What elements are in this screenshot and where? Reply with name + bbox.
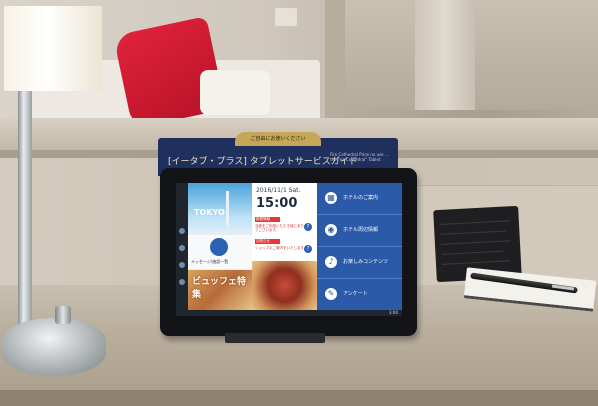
menu-item-label: アンケート	[343, 291, 368, 297]
buffet-tile[interactable]: ビュッフェ特集	[188, 270, 252, 310]
tablet-side-navbar	[176, 183, 188, 316]
back-icon[interactable]	[179, 228, 185, 234]
wall-switch	[275, 8, 297, 26]
map-pin-icon: ◉	[325, 224, 337, 236]
tower-icon	[226, 191, 229, 227]
menu-item-label: ホテル周辺情報	[343, 227, 379, 233]
memo-line	[441, 260, 510, 265]
chat-bubble-icon[interactable]: ?	[304, 223, 312, 231]
status-bar-time: 3:00	[389, 310, 398, 315]
notice-badge: 新着情報	[255, 217, 280, 222]
hotel-desk-scene: ご自由にお使いください [イータブ・プラス] タブレットサービスガイド Fire…	[0, 0, 598, 406]
buffet-label: ビュッフェ特集	[192, 277, 247, 300]
message-tile[interactable]: メッセージ/施設一覧	[188, 235, 252, 269]
home-icon[interactable]	[179, 245, 185, 251]
curtain-reflection	[415, 0, 475, 110]
message-icon	[210, 238, 228, 256]
memo-line	[440, 240, 511, 245]
hotel-icon: ▦	[325, 192, 337, 204]
info-column: 2016/11/1 Sat. 15:00 新着情報 当館をご利用いただき誠にあり…	[252, 183, 317, 310]
chat-bubble-icon[interactable]: ?	[304, 245, 312, 253]
card-tab-text: ご自由にお使いください	[250, 136, 306, 142]
lamp-shade	[4, 6, 102, 91]
time-display: 15:00	[256, 196, 298, 211]
menu-item-label: ホテルのご案内	[343, 195, 379, 201]
settings-icon[interactable]	[179, 279, 185, 285]
city-label: TOKYO	[194, 208, 225, 217]
message-label: メッセージ/施設一覧	[191, 259, 229, 264]
lamp-pole	[18, 91, 32, 331]
recent-apps-icon[interactable]	[179, 262, 185, 268]
music-icon: ♪	[325, 256, 337, 268]
notice-badge: お知らせ	[255, 239, 280, 244]
memo-line	[440, 230, 507, 235]
menu-item-entertainment[interactable]: ♪ お楽しみコンテンツ	[317, 247, 402, 279]
clipboard-icon: ✎	[325, 288, 337, 300]
main-menu: ▦ ホテルのご案内 ◉ ホテル周辺情報 ♪ お楽しみコンテンツ ✎ アンケート	[317, 183, 402, 310]
card-subtitle: Fire Cathedral Price no use ... the "ea …	[330, 152, 389, 162]
lamp-switch-knob	[55, 306, 71, 324]
menu-item-hotel-guide[interactable]: ▦ ホテルのご案内	[317, 183, 402, 215]
memo-line	[439, 220, 510, 225]
white-pillow	[200, 70, 270, 115]
tablet-screen[interactable]: TOKYO メッセージ/施設一覧 ビュッフェ特集 2016/11/1 Sat. …	[176, 183, 402, 316]
date-display: 2016/11/1 Sat.	[256, 187, 301, 194]
desk-edge	[0, 390, 598, 406]
menu-item-area-info[interactable]: ◉ ホテル周辺情報	[317, 215, 402, 247]
tablet-stand	[225, 333, 325, 343]
menu-item-survey[interactable]: ✎ アンケート	[317, 279, 402, 310]
lamp-base	[2, 318, 106, 376]
memo-line	[441, 250, 504, 255]
menu-item-label: お楽しみコンテンツ	[343, 259, 389, 265]
status-bar: 3:00	[176, 310, 402, 316]
buffet-photo[interactable]	[252, 261, 317, 310]
city-tile[interactable]: TOKYO	[188, 183, 252, 233]
